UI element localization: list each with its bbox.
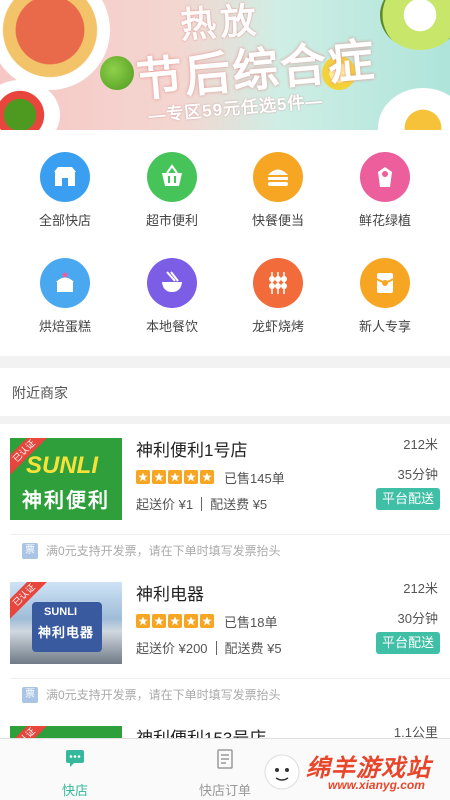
category-label: 龙虾烧烤 xyxy=(251,319,304,334)
category-label: 全部快店 xyxy=(38,213,91,228)
sold-count: 已售18单 xyxy=(224,615,278,630)
category-new-user[interactable]: 新人专享 xyxy=(335,236,435,336)
burger-icon xyxy=(253,152,303,202)
nearby-section-header: 附近商家 xyxy=(0,368,450,416)
pizza-plate-image xyxy=(0,0,110,90)
app-screen: 热放 节后综合症 —专区59元任选5件— 全部快店 超市便利 快餐便当 鲜花绿植… xyxy=(0,0,450,800)
guava-image xyxy=(380,0,450,50)
invoice-note: 票满0元支持开发票，请在下单时填写发票抬头 xyxy=(22,542,281,559)
tab-orders[interactable]: 快店订单 xyxy=(150,739,300,800)
basket-icon xyxy=(147,152,197,202)
fruit-bowl-image xyxy=(378,88,450,130)
shop-name: 神利便利1号店 xyxy=(136,441,248,460)
tab-label: 快店 xyxy=(61,783,88,798)
tab-shops[interactable]: 快店 xyxy=(0,739,150,800)
divider xyxy=(201,497,203,511)
star-icon xyxy=(200,614,214,628)
star-icon xyxy=(168,614,182,628)
shop-logo: SUNLI 神利电器 已认证 xyxy=(10,582,122,664)
platform-delivery-badge: 平台配送 xyxy=(376,488,440,510)
category-label: 快餐便当 xyxy=(251,213,304,228)
shop-card[interactable]: SUNLI 神利便利 已认证 神利便利1号店 已售145单 起送价 ¥1 配送费 … xyxy=(0,424,450,570)
fee-info: 起送价 ¥1 配送费 ¥5 xyxy=(136,494,267,513)
logo-cn: 神利电器 xyxy=(38,625,95,640)
lime-image xyxy=(100,56,134,90)
sold-count: 已售145单 xyxy=(224,471,285,486)
rating-stars xyxy=(136,470,214,484)
invoice-tag: 票 xyxy=(22,542,38,559)
chat-bubble-icon xyxy=(66,750,84,767)
category-local-dining[interactable]: 本地餐饮 xyxy=(122,236,222,336)
category-fast-food[interactable]: 快餐便当 xyxy=(228,130,328,230)
platform-delivery-badge: 平台配送 xyxy=(376,632,440,654)
category-flowers[interactable]: 鲜花绿植 xyxy=(335,130,435,230)
delivery-fee: 配送费 ¥5 xyxy=(224,641,282,656)
star-icon xyxy=(152,470,166,484)
star-icon xyxy=(184,470,198,484)
category-all-stores[interactable]: 全部快店 xyxy=(15,130,115,230)
shop-name: 神利电器 xyxy=(136,585,204,604)
cake-icon xyxy=(40,258,90,308)
invoice-note: 票满0元支持开发票，请在下单时填写发票抬头 xyxy=(22,686,281,703)
divider xyxy=(215,641,217,655)
min-order: 起送价 ¥1 xyxy=(136,497,194,512)
category-label: 新人专享 xyxy=(358,319,411,334)
rating-stars xyxy=(136,614,214,628)
delivery-time: 35分钟 xyxy=(397,467,438,482)
flower-icon xyxy=(360,152,410,202)
category-label: 本地餐饮 xyxy=(145,319,198,334)
distance: 212米 xyxy=(403,581,438,596)
delivery-fee: 配送费 ¥5 xyxy=(210,497,268,512)
card-divider xyxy=(10,534,450,535)
noodle-bowl-icon xyxy=(147,258,197,308)
invoice-tag: 票 xyxy=(22,686,38,703)
min-order: 起送价 ¥200 xyxy=(136,641,208,656)
category-label: 鲜花绿植 xyxy=(358,213,411,228)
order-list-icon xyxy=(217,749,233,769)
shop-logo: SUNLI 神利便利 已认证 xyxy=(10,438,122,520)
star-icon xyxy=(200,470,214,484)
logo-brand: SUNLI xyxy=(26,452,98,479)
invoice-text: 满0元支持开发票，请在下单时填写发票抬头 xyxy=(46,544,281,558)
category-label: 超市便利 xyxy=(145,213,198,228)
star-icon xyxy=(152,614,166,628)
tab-label: 快店订单 xyxy=(198,783,251,798)
star-icon xyxy=(136,614,150,628)
star-icon xyxy=(184,614,198,628)
shop-card[interactable]: SUNLI 神利电器 已认证 神利电器 已售18单 起送价 ¥200 配送费 ¥5… xyxy=(0,568,450,714)
nearby-title: 附近商家 xyxy=(12,385,68,401)
promo-banner[interactable]: 热放 节后综合症 —专区59元任选5件— xyxy=(0,0,450,130)
store-icon xyxy=(40,152,90,202)
fee-info: 起送价 ¥200 配送费 ¥5 xyxy=(136,638,282,657)
logo-cn: 神利便利 xyxy=(22,490,110,512)
invoice-text: 满0元支持开发票，请在下单时填写发票抬头 xyxy=(46,688,281,702)
delivery-time: 30分钟 xyxy=(397,611,438,626)
category-supermarket[interactable]: 超市便利 xyxy=(122,130,222,230)
distance: 212米 xyxy=(403,437,438,452)
star-icon xyxy=(168,470,182,484)
category-label: 烘焙蛋糕 xyxy=(38,319,91,334)
category-grid: 全部快店 超市便利 快餐便当 鲜花绿植 烘焙蛋糕 本地餐饮 龙虾烧烤 新人专享 xyxy=(0,130,450,356)
category-bakery[interactable]: 烘焙蛋糕 xyxy=(15,236,115,336)
card-divider xyxy=(10,678,450,679)
bottom-tab-bar: 快店 快店订单 xyxy=(0,738,450,800)
skewer-icon xyxy=(253,258,303,308)
category-lobster-bbq[interactable]: 龙虾烧烤 xyxy=(228,236,328,336)
gift-envelope-icon xyxy=(360,258,410,308)
logo-brand: SUNLI xyxy=(44,606,77,618)
star-icon xyxy=(136,470,150,484)
